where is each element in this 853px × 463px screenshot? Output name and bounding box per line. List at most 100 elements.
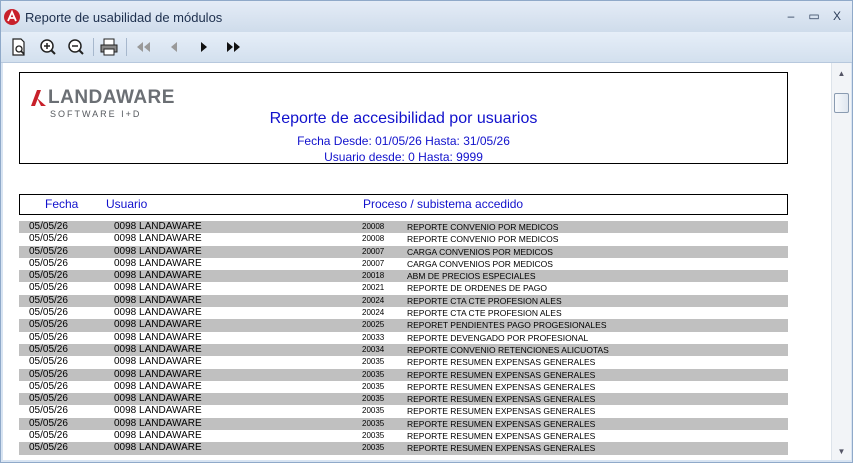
row-codigo: 20035 <box>362 418 385 428</box>
table-row: 05/05/26 0098 LANDAWARE 20024 REPORTE CTA C… <box>19 294 788 308</box>
scroll-down-icon[interactable]: ▼ <box>836 447 847 457</box>
row-fecha: 05/05/26 <box>29 307 68 319</box>
table-row: 05/05/26 0098 LANDAWARE 20018 ABM DE PRECIO… <box>19 270 788 283</box>
table-row: 05/05/26 0098 LANDAWARE 20024 REPORTE CTA C… <box>19 307 788 319</box>
row-usuario: 0098 LANDAWARE <box>114 221 202 232</box>
table-row: 05/05/26 0098 LANDAWARE 20008 REPORTE CONVE… <box>19 233 788 245</box>
toolbar-separator <box>93 38 94 56</box>
scroll-up-icon[interactable]: ▲ <box>836 69 847 79</box>
row-usuario: 0098 LANDAWARE <box>114 405 202 417</box>
row-proceso: REPORTE DEVENGADO POR PROFESIONAL <box>407 332 589 343</box>
row-codigo: 20024 <box>362 308 385 318</box>
row-usuario: 0098 LANDAWARE <box>114 417 202 429</box>
row-fecha: 05/05/26 <box>29 233 68 245</box>
row-usuario: 0098 LANDAWARE <box>114 368 202 380</box>
row-usuario: 0098 LANDAWARE <box>114 270 202 282</box>
row-proceso: REPORTE RESUMEN EXPENSAS GENERALES <box>407 431 596 442</box>
row-proceso: REPORET PENDIENTES PAGO PROGESIONALES <box>407 320 607 331</box>
row-fecha: 05/05/26 <box>29 430 68 442</box>
row-fecha: 05/05/26 <box>29 380 68 392</box>
row-codigo: 20024 <box>362 295 385 305</box>
zoom-in-icon[interactable] <box>37 36 59 58</box>
report-title: Reporte de accesibilidad por usuarios <box>269 110 538 127</box>
landaware-mark-icon <box>31 90 46 106</box>
row-proceso: CARGA CONVENIOS POR MEDICOS <box>407 246 553 257</box>
row-codigo: 20035 <box>362 394 385 404</box>
column-header: Fecha Usuario Proceso / subistema accedi… <box>19 194 788 215</box>
table-row: 05/05/26 0098 LANDAWARE 20035 REPORTE RESUM… <box>19 356 788 368</box>
row-fecha: 05/05/26 <box>29 294 68 306</box>
row-codigo: 20007 <box>362 246 385 256</box>
page-preview-icon[interactable] <box>8 36 30 58</box>
row-fecha: 05/05/26 <box>29 319 68 331</box>
row-fecha: 05/05/26 <box>29 343 68 355</box>
row-usuario: 0098 LANDAWARE <box>114 393 202 405</box>
table-row: 05/05/26 0098 LANDAWARE 20034 REPORTE CONVE… <box>19 343 788 357</box>
report-rows: 05/05/26 0098 LANDAWARE 20008 REPORTE CONVE… <box>19 221 788 455</box>
report-date-range: Fecha Desde: 01/05/26 Hasta: 31/05/26 <box>297 134 510 148</box>
row-proceso: REPORTE RESUMEN EXPENSAS GENERALES <box>407 443 596 454</box>
column-fecha: Fecha <box>45 197 79 211</box>
row-codigo: 20035 <box>362 369 385 379</box>
table-row: 05/05/26 0098 LANDAWARE 20035 REPORTE RESUM… <box>19 442 788 455</box>
row-usuario: 0098 LANDAWARE <box>114 356 202 368</box>
row-fecha: 05/05/26 <box>29 221 68 232</box>
zoom-out-icon[interactable] <box>65 36 87 58</box>
vertical-scrollbar[interactable]: ▲ ▼ <box>831 63 851 460</box>
logo-name: LANDAWARE <box>48 87 175 108</box>
report-preview-area[interactable]: LANDAWARE SOFTWARE I+D Reporte de accesi… <box>3 63 831 460</box>
row-fecha: 05/05/26 <box>29 257 68 269</box>
maximize-button[interactable]: ▭ <box>804 8 824 24</box>
row-proceso: REPORTE CONVENIO RETENCIONES ALICUOTAS <box>407 344 609 355</box>
report-header: LANDAWARE SOFTWARE I+D Reporte de accesi… <box>19 72 788 164</box>
table-row: 05/05/26 0098 LANDAWARE 20035 REPORTE RESUM… <box>19 381 788 393</box>
column-proceso: Proceso / subistema accedido <box>363 197 524 211</box>
toolbar <box>1 32 852 63</box>
row-fecha: 05/05/26 <box>29 270 68 282</box>
close-button[interactable]: X <box>827 8 847 24</box>
toolbar-separator <box>126 38 127 56</box>
row-fecha: 05/05/26 <box>29 405 68 417</box>
next-page-icon[interactable] <box>193 36 215 58</box>
print-icon[interactable] <box>98 36 120 58</box>
row-codigo: 20033 <box>362 332 385 342</box>
table-row: 05/05/26 0098 LANDAWARE 20007 CARGA CONVENI… <box>19 258 788 270</box>
row-proceso: REPORTE CTA CTE PROFESION ALES <box>407 295 562 306</box>
row-proceso: CARGA CONVENIOS POR MEDICOS <box>407 258 553 269</box>
first-page-icon[interactable] <box>132 36 154 58</box>
report-window: Reporte de usabilidad de módulos – ▭ X L… <box>0 0 853 463</box>
row-fecha: 05/05/26 <box>29 393 68 405</box>
last-page-icon[interactable] <box>223 36 245 58</box>
row-codigo: 20018 <box>362 271 385 281</box>
row-fecha: 05/05/26 <box>29 245 68 257</box>
row-proceso: REPORTE RESUMEN EXPENSAS GENERALES <box>407 357 596 368</box>
row-fecha: 05/05/26 <box>29 368 68 380</box>
minimize-button[interactable]: – <box>781 8 801 24</box>
report-user-range: Usuario desde: 0 Hasta: 9999 <box>324 150 483 164</box>
row-usuario: 0098 LANDAWARE <box>114 257 202 269</box>
row-codigo: 20035 <box>362 381 385 391</box>
row-fecha: 05/05/26 <box>29 417 68 429</box>
row-fecha: 05/05/26 <box>29 356 68 368</box>
row-proceso: REPORTE RESUMEN EXPENSAS GENERALES <box>407 394 596 405</box>
row-proceso: REPORTE RESUMEN EXPENSAS GENERALES <box>407 418 596 429</box>
table-row: 05/05/26 0098 LANDAWARE 20035 REPORTE RESUM… <box>19 393 788 406</box>
scrollbar-thumb[interactable] <box>834 93 849 113</box>
table-row: 05/05/26 0098 LANDAWARE 20035 REPORTE RESUM… <box>19 430 788 442</box>
row-codigo: 20035 <box>362 431 385 441</box>
previous-page-icon[interactable] <box>163 36 185 58</box>
table-row: 05/05/26 0098 LANDAWARE 20007 CARGA CONVENI… <box>19 245 788 258</box>
table-row: 05/05/26 0098 LANDAWARE 20025 REPORET PENDI… <box>19 319 788 332</box>
row-proceso: REPORTE RESUMEN EXPENSAS GENERALES <box>407 369 596 380</box>
row-usuario: 0098 LANDAWARE <box>114 319 202 331</box>
table-row: 05/05/26 0098 LANDAWARE 20035 REPORTE RESUM… <box>19 417 788 431</box>
row-usuario: 0098 LANDAWARE <box>114 245 202 257</box>
window-title: Reporte de usabilidad de módulos <box>25 10 223 25</box>
column-usuario: Usuario <box>106 197 148 211</box>
title-bar[interactable]: Reporte de usabilidad de módulos – ▭ X <box>1 1 852 32</box>
row-fecha: 05/05/26 <box>29 331 68 343</box>
table-row: 05/05/26 0098 LANDAWARE 20035 REPORTE RESUM… <box>19 368 788 381</box>
row-usuario: 0098 LANDAWARE <box>114 331 202 343</box>
row-codigo: 20025 <box>362 320 385 330</box>
row-codigo: 20021 <box>362 283 385 293</box>
